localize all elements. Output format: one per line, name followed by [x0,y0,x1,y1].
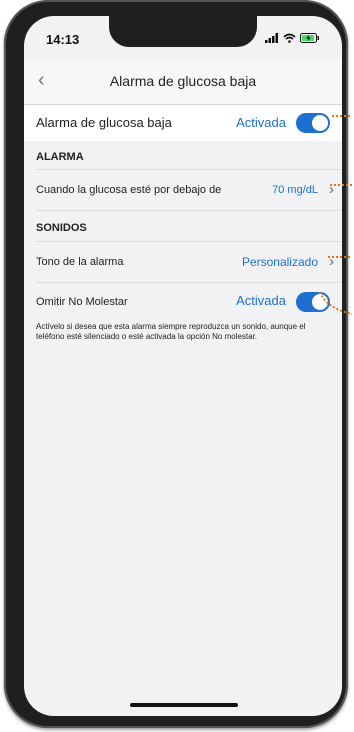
home-indicator [130,703,238,707]
page-title: Alarma de glucosa baja [109,73,257,89]
callout-leader [330,184,352,186]
divider [36,282,342,283]
tone-row[interactable]: Tono de la alarma Personalizado › [24,243,342,283]
sounds-section-header: SONIDOS [24,212,342,242]
alarm-section-title: ALARMA [36,151,84,163]
main-alarm-row[interactable]: Alarma de glucosa baja Activada [24,105,342,141]
tone-value: Personalizado [241,255,318,269]
callout-leader [332,115,352,117]
phone-frame: 14:13 ‹ Alarma de glucosa baja Alarma de… [4,0,348,728]
divider [36,241,342,242]
sounds-section-title: SONIDOS [36,222,87,234]
threshold-row[interactable]: Cuando la glucosa esté por debajo de 70 … [24,171,342,211]
status-time: 14:13 [46,32,80,47]
main-alarm-toggle[interactable] [296,113,330,133]
wifi-icon [283,33,296,43]
notch [109,16,257,47]
threshold-value: 70 mg/dL [272,184,318,196]
divider [36,169,342,170]
main-alarm-state: Activada [236,115,286,130]
toggle-knob [312,115,328,131]
dnd-row[interactable]: Omitir No Molestar Activada [24,284,342,320]
callout-leader [319,291,353,315]
dnd-label: Omitir No Molestar [36,296,128,308]
divider [36,210,342,211]
threshold-label: Cuando la glucosa esté por debajo de [36,184,222,196]
tone-label: Tono de la alarma [36,256,124,268]
main-alarm-label: Alarma de glucosa baja [36,115,172,130]
nav-bar: ‹ Alarma de glucosa baja [24,60,342,105]
screen: 14:13 ‹ Alarma de glucosa baja Alarma de… [24,16,342,716]
dnd-state: Activada [236,293,286,308]
callout-leader [328,256,352,258]
battery-charging-icon [300,33,319,43]
dnd-note: Actívelo si desea que esta alarma siempr… [36,322,306,341]
alarm-section-header: ALARMA [24,142,342,170]
status-icons [265,33,320,43]
signal-icon [265,33,278,43]
